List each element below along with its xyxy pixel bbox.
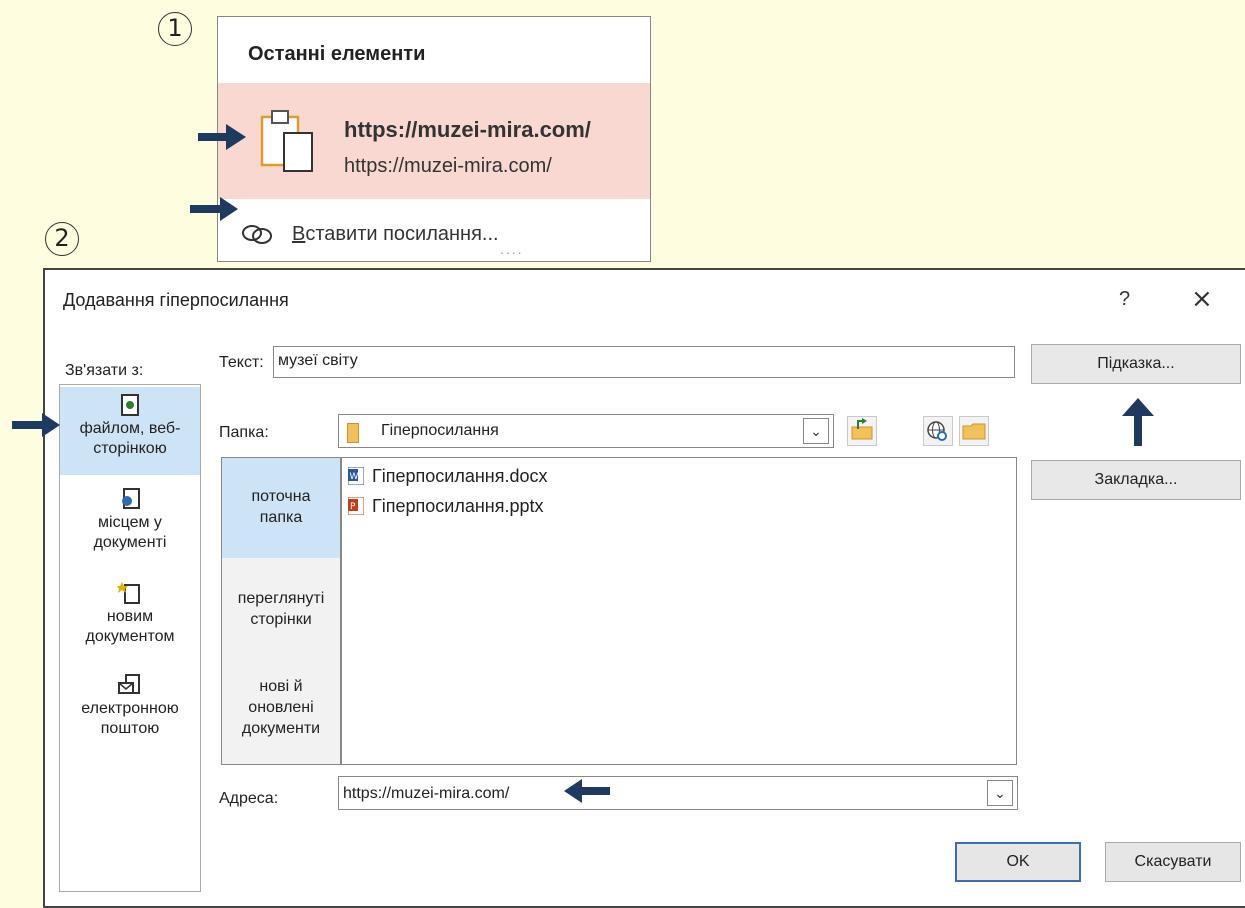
- address-value: https://muzei-mira.com/: [343, 785, 510, 802]
- link-to-nav: файлом, веб- сторінкою місцем у документ…: [59, 384, 201, 892]
- new-document-icon: [117, 582, 140, 604]
- cancel-button[interactable]: Скасувати: [1105, 842, 1241, 882]
- address-dropdown-button[interactable]: ⌄: [987, 780, 1013, 806]
- look-in-pane: поточна папка переглянуті сторінки нові …: [221, 457, 341, 765]
- document-place-icon: [122, 488, 140, 509]
- browsed-pages-tab[interactable]: переглянуті сторінки: [222, 558, 340, 658]
- recent-files-tab[interactable]: нові й оновлені документи: [222, 658, 340, 764]
- file-item[interactable]: W Гіперпосилання.docx: [347, 466, 548, 490]
- clipboard-icon: [260, 110, 313, 172]
- dialog-title: Додавання гіперпосилання: [63, 290, 289, 310]
- folder-icon: [347, 423, 359, 443]
- nav-existing-file-web-page[interactable]: файлом, веб- сторінкою: [60, 387, 200, 475]
- email-icon: [118, 674, 140, 694]
- help-button[interactable]: ?: [1119, 288, 1130, 311]
- step-badge-2: 2: [45, 222, 79, 256]
- word-file-icon: W: [347, 466, 365, 486]
- arrow-right-icon: [190, 197, 238, 221]
- address-input[interactable]: https://muzei-mira.com/: [338, 776, 1018, 810]
- svg-text:P: P: [350, 502, 356, 512]
- step-badge-1: 1: [158, 12, 192, 46]
- file-list: W Гіперпосилання.docx P Гіперпосилання.ppt…: [341, 457, 1017, 765]
- recent-link-url: https://muzei-mira.com/: [344, 155, 552, 177]
- recent-link-item[interactable]: https://muzei-mira.com/ https://muzei-mi…: [218, 83, 650, 199]
- browse-file-icon[interactable]: [959, 416, 989, 446]
- up-one-folder-icon[interactable]: [847, 416, 877, 446]
- powerpoint-file-icon: P: [347, 496, 365, 516]
- folder-dropdown-button[interactable]: ⌄: [803, 418, 829, 444]
- insert-link-menu-item[interactable]: Вставити посилання... ....: [218, 199, 650, 261]
- insert-link-label: Вставити посилання...: [292, 223, 499, 245]
- arrow-right-icon: [198, 124, 246, 150]
- recent-items-title: Останні елементи: [248, 43, 426, 65]
- web-page-icon: [121, 394, 139, 416]
- current-folder-tab[interactable]: поточна папка: [222, 458, 340, 558]
- link-to-label: Зв'язати з:: [65, 362, 144, 379]
- insert-hyperlink-dialog: Додавання гіперпосилання ? × Зв'язати з:…: [43, 268, 1245, 908]
- recent-items-menu: Останні елементи https://muzei-mira.com/…: [217, 16, 651, 262]
- nav-email-address[interactable]: електронною поштою: [60, 667, 200, 757]
- ok-button[interactable]: OK: [955, 842, 1081, 882]
- close-button[interactable]: ×: [1191, 284, 1213, 314]
- nav-place-in-document[interactable]: місцем у документі: [60, 481, 200, 567]
- link-icon: [242, 225, 272, 244]
- screentip-button[interactable]: Підказка...: [1031, 344, 1241, 384]
- recent-link-title: https://muzei-mira.com/: [344, 117, 591, 142]
- address-label: Адреса:: [219, 790, 279, 807]
- arrow-right-icon: [12, 413, 60, 437]
- bookmark-button[interactable]: Закладка...: [1031, 460, 1241, 500]
- folder-select[interactable]: Гіперпосилання: [338, 414, 834, 448]
- folder-label: Папка:: [219, 424, 269, 441]
- more-dots: ....: [500, 241, 524, 257]
- arrow-left-icon: [564, 779, 610, 803]
- browse-web-icon[interactable]: [923, 416, 953, 446]
- text-to-display-input[interactable]: музеї світу: [273, 346, 1015, 378]
- folder-value: Гіперпосилання: [381, 422, 499, 439]
- text-label: Текст:: [219, 354, 264, 371]
- arrow-up-icon: [1122, 398, 1154, 446]
- file-item[interactable]: P Гіперпосилання.pptx: [347, 496, 544, 520]
- svg-text:W: W: [350, 472, 359, 482]
- nav-new-document[interactable]: новим документом: [60, 575, 200, 661]
